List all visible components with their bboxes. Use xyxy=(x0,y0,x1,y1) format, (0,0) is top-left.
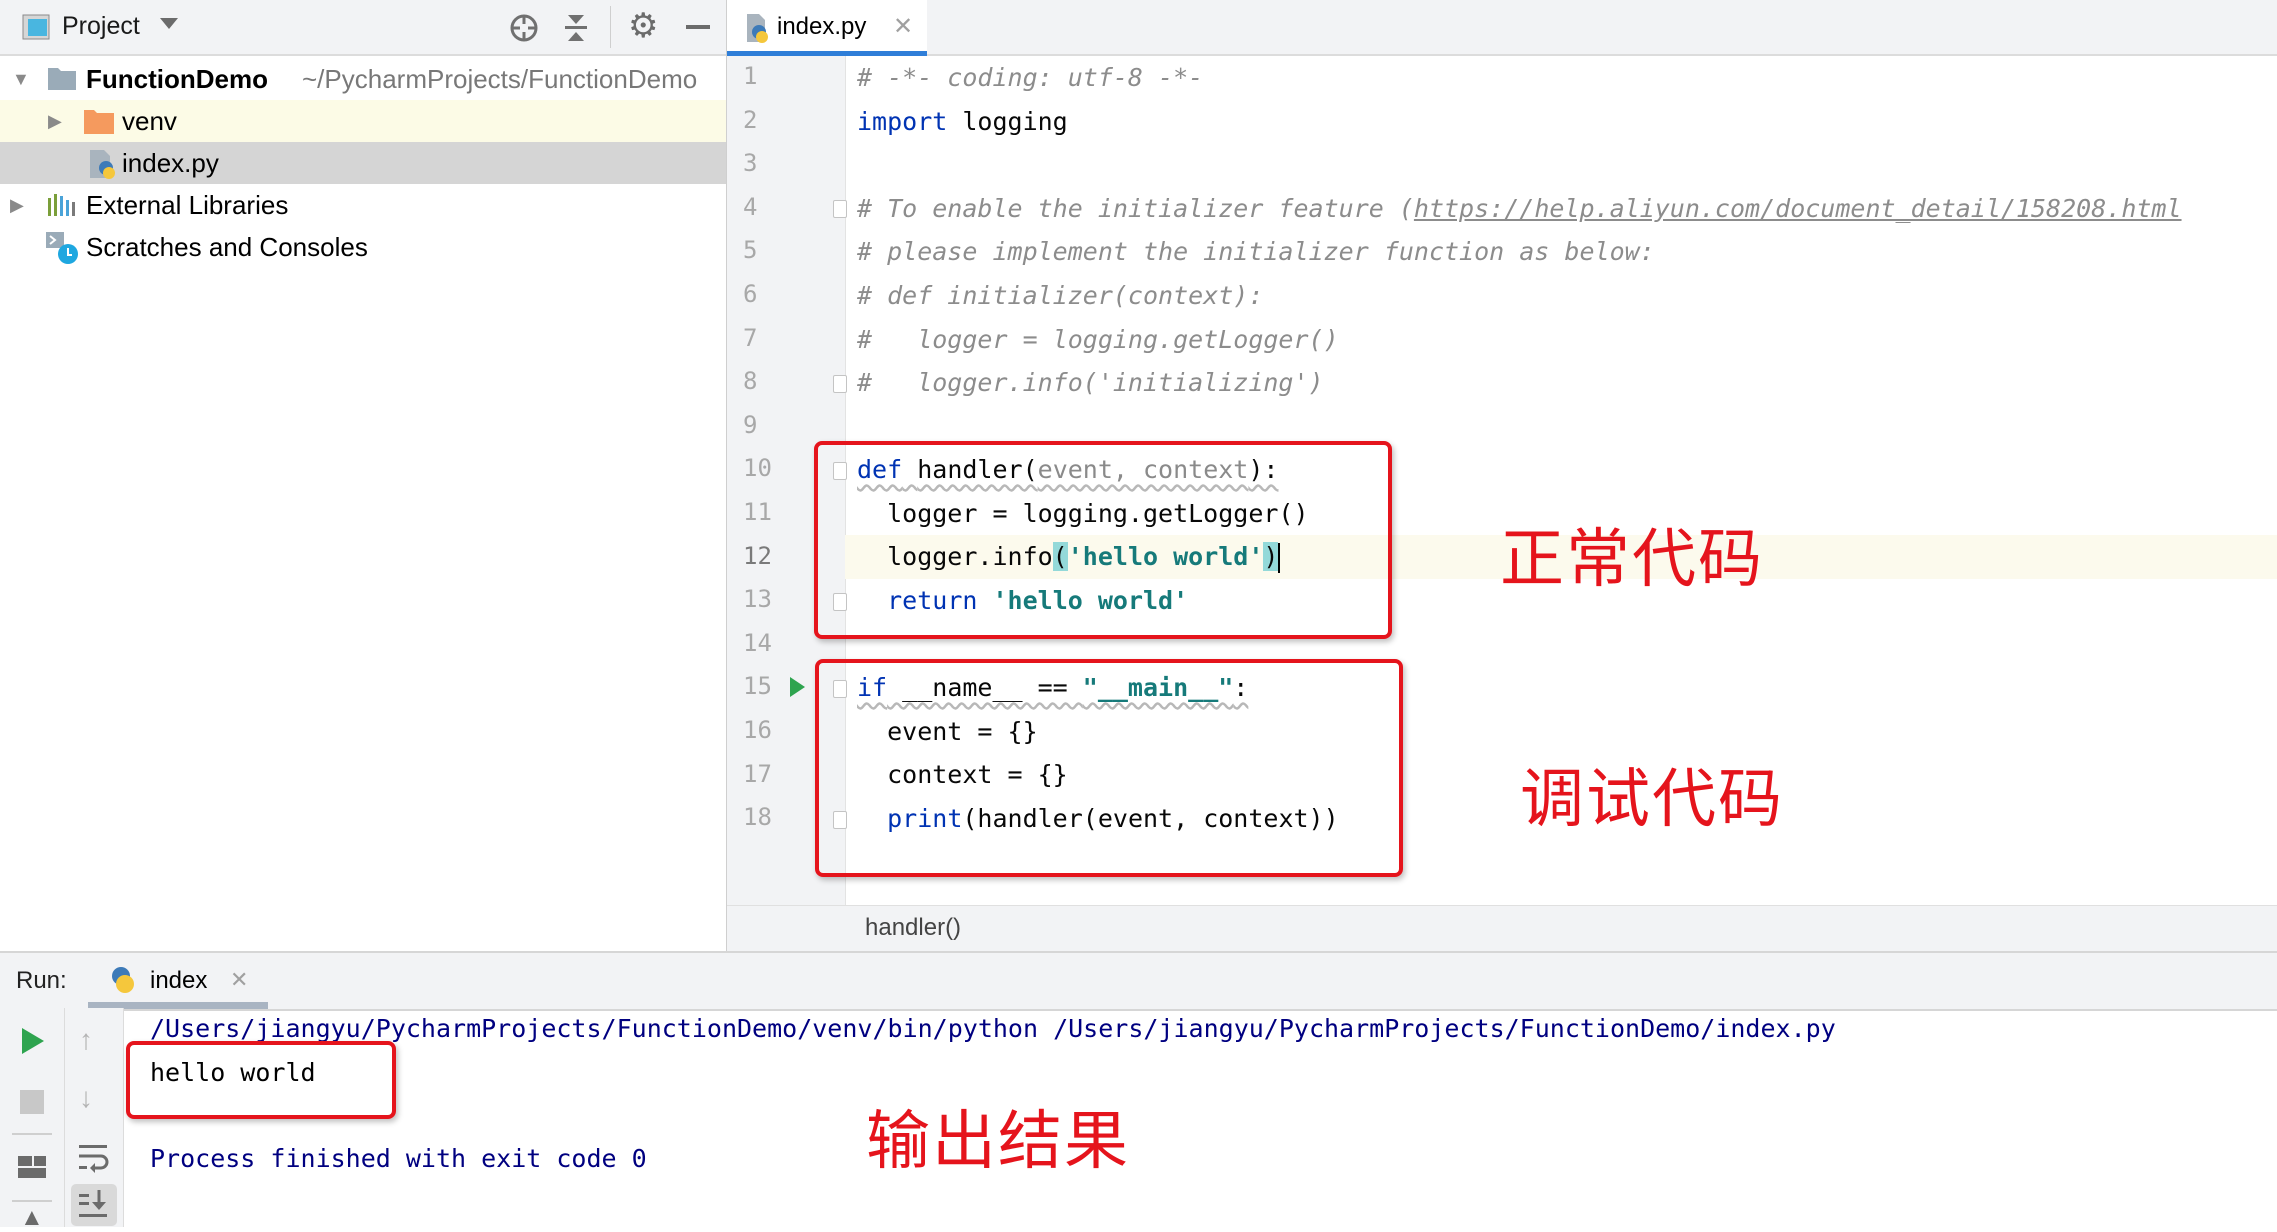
code-line-6[interactable]: # def initializer(context): xyxy=(857,274,1263,318)
line-number: 7 xyxy=(743,323,758,352)
close-tab-icon[interactable]: ✕ xyxy=(893,12,913,41)
run-label: Run: xyxy=(16,967,67,994)
expand-arrow-icon[interactable]: ▶ xyxy=(48,100,62,142)
normal-code-annotation: 正常代码 xyxy=(1500,523,1764,597)
console-exit-message: Process finished with exit code 0 xyxy=(150,1144,647,1173)
code-line-1[interactable]: # -*- coding: utf-8 -*- xyxy=(857,56,1203,100)
debug-code-highlight-box xyxy=(815,659,1403,877)
breadcrumb-item[interactable]: handler() xyxy=(865,914,961,942)
project-view-title[interactable]: Project xyxy=(62,12,140,41)
libraries-icon xyxy=(48,194,75,216)
project-toolbar: Project ⚙ xyxy=(0,0,726,56)
comment: # logger.info('initializing') xyxy=(857,368,1324,397)
tree-item-label: Scratches and Consoles xyxy=(86,232,368,262)
normal-code-highlight-box xyxy=(814,441,1392,639)
tree-item-path: ~/PycharmProjects/FunctionDemo xyxy=(302,64,698,94)
line-number: 14 xyxy=(743,628,772,657)
line-number: 9 xyxy=(743,410,758,439)
python-file-icon xyxy=(90,150,115,179)
line-number: 10 xyxy=(743,454,772,483)
run-panel-header: Run: index ✕ xyxy=(0,951,2277,1011)
toolbar-divider xyxy=(12,1200,52,1202)
line-number: 16 xyxy=(743,716,772,744)
comment: # logger = logging.getLogger() xyxy=(857,325,1339,354)
line-number: 5 xyxy=(743,236,758,265)
python-file-icon xyxy=(747,14,768,43)
tab-label: index.py xyxy=(777,13,867,40)
project-view-icon xyxy=(22,14,50,40)
code-line-5[interactable]: # please implement the initializer funct… xyxy=(857,230,1655,274)
tree-item-venv[interactable]: ▶ venv xyxy=(0,100,726,142)
tree-item-external-libraries[interactable]: ▶ External Libraries xyxy=(0,184,726,226)
soft-wrap-icon[interactable] xyxy=(79,1143,109,1173)
code-line-4[interactable]: # To enable the initializer feature (htt… xyxy=(857,187,2182,231)
tree-item-functiondemo[interactable]: ▼ FunctionDemo ~/PycharmProjects/Functio… xyxy=(0,58,726,100)
breadcrumb-bar: handler() xyxy=(727,905,2277,952)
fold-icon[interactable] xyxy=(833,375,847,393)
hide-panel-icon[interactable] xyxy=(686,25,710,29)
folder-icon xyxy=(48,68,76,90)
editor-tab-bar: index.py ✕ xyxy=(727,0,2277,56)
line-number: 12 xyxy=(743,541,772,570)
expand-arrow-icon[interactable]: ▶ xyxy=(10,184,24,226)
gear-icon[interactable]: ⚙ xyxy=(628,6,658,46)
line-number: 18 xyxy=(743,803,772,832)
output-result-annotation: 输出结果 xyxy=(866,1105,1130,1179)
code-line-8[interactable]: # logger.info('initializing') xyxy=(857,361,1324,405)
line-number: 1 xyxy=(743,62,758,90)
up-arrow-icon[interactable]: ↑ xyxy=(79,1024,93,1056)
scroll-to-end-icon xyxy=(79,1190,107,1217)
line-number: 3 xyxy=(743,149,758,178)
run-tab-index[interactable]: index ✕ xyxy=(88,953,268,1009)
comment: # -*- coding: utf-8 -*- xyxy=(857,63,1204,92)
close-tab-icon[interactable]: ✕ xyxy=(230,967,248,993)
run-gutter-icon[interactable] xyxy=(790,677,805,697)
tree-item-index-py[interactable]: index.py xyxy=(0,142,726,184)
locate-file-icon[interactable] xyxy=(508,12,540,44)
down-arrow-icon[interactable]: ↓ xyxy=(79,1082,93,1114)
scroll-to-end-button[interactable] xyxy=(71,1184,117,1226)
fold-icon[interactable] xyxy=(833,200,847,218)
run-toolbar-secondary: ↑ ↓ xyxy=(65,1008,124,1227)
tree-item-label: index.py xyxy=(122,148,219,178)
line-number: 11 xyxy=(743,498,772,526)
tree-item-label: FunctionDemo xyxy=(86,64,268,94)
scratches-icon xyxy=(46,232,78,264)
keyword: import xyxy=(857,107,948,136)
console-command-line: /Users/jiangyu/PycharmProjects/FunctionD… xyxy=(150,1014,1836,1043)
output-highlight-box xyxy=(126,1041,396,1119)
layout-icon[interactable] xyxy=(18,1156,46,1180)
line-number: 4 xyxy=(743,192,758,221)
collapse-all-icon[interactable] xyxy=(562,12,590,44)
tree-item-scratches[interactable]: Scratches and Consoles xyxy=(0,226,726,268)
tab-index-py[interactable]: index.py ✕ xyxy=(727,0,927,56)
doc-link[interactable]: https://help.aliyun.com/document_detail/… xyxy=(1414,194,2182,223)
line-number: 6 xyxy=(743,280,758,308)
tree-item-label: venv xyxy=(122,106,177,136)
line-number: 15 xyxy=(743,672,772,701)
tree-item-label: External Libraries xyxy=(86,190,289,220)
pin-icon[interactable]: ▲ xyxy=(20,1204,44,1232)
toolbar-divider xyxy=(12,1133,52,1135)
debug-code-annotation: 调试代码 xyxy=(1520,763,1784,837)
line-number: 2 xyxy=(743,105,758,134)
stop-icon[interactable] xyxy=(20,1090,44,1114)
expand-arrow-icon[interactable]: ▼ xyxy=(12,58,30,100)
comment: # please implement the initializer funct… xyxy=(857,237,1655,266)
chevron-down-icon[interactable] xyxy=(160,18,178,29)
toolbar-divider xyxy=(610,6,611,48)
comment: # def initializer(context): xyxy=(857,281,1264,310)
run-tab-label: index xyxy=(150,967,208,994)
line-number: 8 xyxy=(743,367,758,396)
comment: # To enable the initializer feature ( xyxy=(857,194,1414,223)
run-toolbar-primary: ▲ xyxy=(0,1008,65,1231)
folder-icon xyxy=(84,110,114,134)
code-text: logging xyxy=(947,107,1068,136)
rerun-icon[interactable] xyxy=(22,1028,44,1054)
python-icon xyxy=(112,967,134,993)
line-number: 17 xyxy=(743,759,772,788)
line-number: 13 xyxy=(743,585,772,614)
code-line-7[interactable]: # logger = logging.getLogger() xyxy=(857,318,1339,362)
code-line-2[interactable]: import logging xyxy=(857,100,1068,144)
